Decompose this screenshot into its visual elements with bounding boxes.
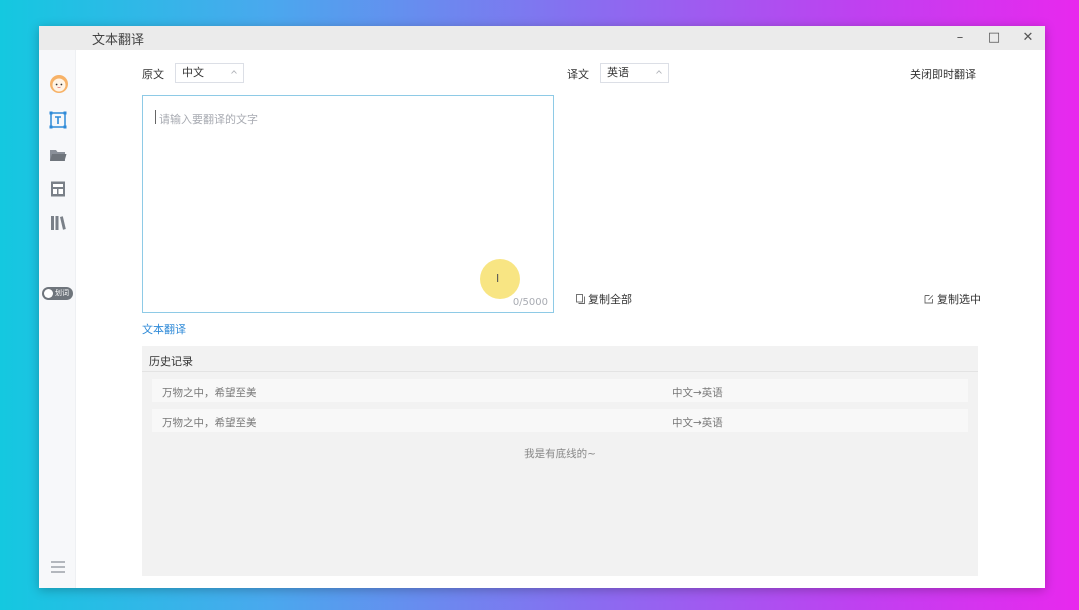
toggle-label: 划词: [55, 289, 69, 297]
ibeam-cursor-icon: I: [496, 272, 500, 285]
copy-selected-button[interactable]: 复制选中: [924, 291, 981, 307]
target-language-value: 英语: [607, 66, 629, 79]
copy-all-button[interactable]: 复制全部: [576, 291, 632, 307]
close-button[interactable]: ✕: [1018, 29, 1038, 47]
source-text-input[interactable]: 请输入要翻译的文字 0/5000 I: [142, 95, 554, 313]
target-label: 译文: [567, 68, 589, 81]
instant-translate-toggle[interactable]: 关闭即时翻译: [910, 66, 976, 82]
history-panel: 历史记录 万物之中，希望至美 中文→英语 万物之中，希望至美 中文→英语 我是有…: [142, 346, 978, 576]
history-title: 历史记录: [149, 355, 193, 368]
chevron-up-icon: [656, 70, 662, 74]
sidebar: 划词: [39, 50, 76, 588]
source-language-value: 中文: [182, 66, 204, 79]
input-placeholder: 请输入要翻译的文字: [159, 113, 258, 126]
history-row[interactable]: 万物之中，希望至美 中文→英语: [152, 379, 968, 402]
history-text: 万物之中，希望至美: [162, 417, 257, 429]
menu-icon[interactable]: [50, 558, 66, 573]
cursor-highlight: I: [480, 259, 520, 299]
history-direction: 中文→英语: [672, 387, 723, 399]
history-row[interactable]: 万物之中，希望至美 中文→英语: [152, 409, 968, 432]
minimize-button[interactable]: –: [950, 29, 970, 47]
char-counter: 0/5000: [512, 297, 548, 308]
list-end-text: 我是有底线的~: [524, 448, 596, 460]
history-direction: 中文→英语: [672, 417, 723, 429]
edit-icon: [924, 295, 934, 304]
chevron-up-icon: [231, 70, 237, 74]
history-header: 历史记录: [142, 346, 978, 372]
avatar-icon[interactable]: [48, 72, 68, 93]
target-language-select[interactable]: 英语: [600, 63, 669, 83]
copy-icon: [576, 294, 585, 304]
selection-translate-toggle[interactable]: 划词: [42, 287, 73, 300]
document-translate-icon[interactable]: [48, 179, 68, 199]
source-language-select[interactable]: 中文: [175, 63, 244, 83]
window-title: 文本翻译: [92, 33, 145, 48]
text-translate-link[interactable]: 文本翻译: [142, 321, 186, 337]
source-label: 原文: [142, 68, 164, 81]
text-translate-icon[interactable]: [48, 110, 68, 130]
toggle-knob: [44, 289, 53, 298]
library-icon[interactable]: [48, 213, 68, 233]
maximize-button[interactable]: □: [984, 29, 1004, 47]
title-bar: 文本翻译 – □ ✕: [39, 26, 1045, 50]
history-text: 万物之中，希望至美: [162, 387, 257, 399]
text-caret: [155, 110, 156, 124]
app-window: 文本翻译 – □ ✕ 划词 原文 中文 译文 英语 关闭即时翻译 请输入要翻译的…: [39, 26, 1045, 588]
copy-all-label: 复制全部: [588, 293, 632, 306]
copy-selected-label: 复制选中: [937, 293, 981, 306]
main-content: 原文 中文 译文 英语 关闭即时翻译 请输入要翻译的文字 0/5000 I 复制…: [76, 50, 1045, 588]
folder-icon[interactable]: [48, 145, 68, 165]
